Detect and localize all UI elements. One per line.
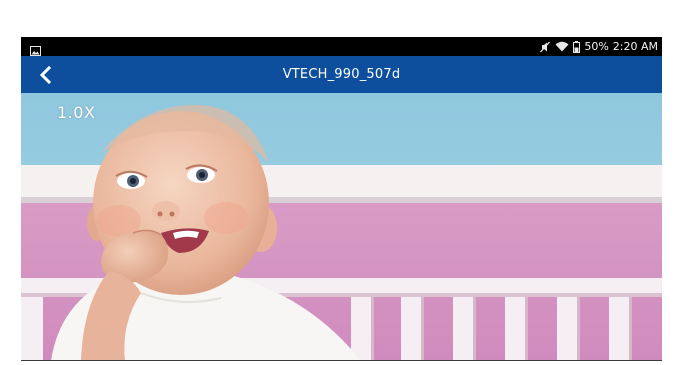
app-bar: VTECH_990_507d — [21, 56, 662, 93]
live-video-view[interactable]: 1.0X — [21, 93, 662, 361]
chevron-left-icon — [39, 66, 52, 84]
battery-icon — [573, 40, 581, 53]
wifi-icon — [555, 41, 569, 52]
back-button[interactable] — [31, 61, 59, 89]
status-icons: 50% 2:20 AM — [539, 37, 658, 56]
bottom-divider — [21, 360, 662, 361]
video-frame — [21, 93, 662, 361]
mute-icon — [539, 41, 551, 53]
zoom-level-label: 1.0X — [57, 103, 96, 122]
camera-title: VTECH_990_507d — [282, 67, 401, 82]
battery-percent: 50% — [584, 40, 609, 53]
clock: 2:20 AM — [612, 40, 658, 53]
status-bar: 50% 2:20 AM — [21, 37, 662, 56]
image-notification-icon — [30, 41, 41, 56]
device-screen: 50% 2:20 AM VTECH_990_507d 1.0X — [21, 37, 662, 361]
